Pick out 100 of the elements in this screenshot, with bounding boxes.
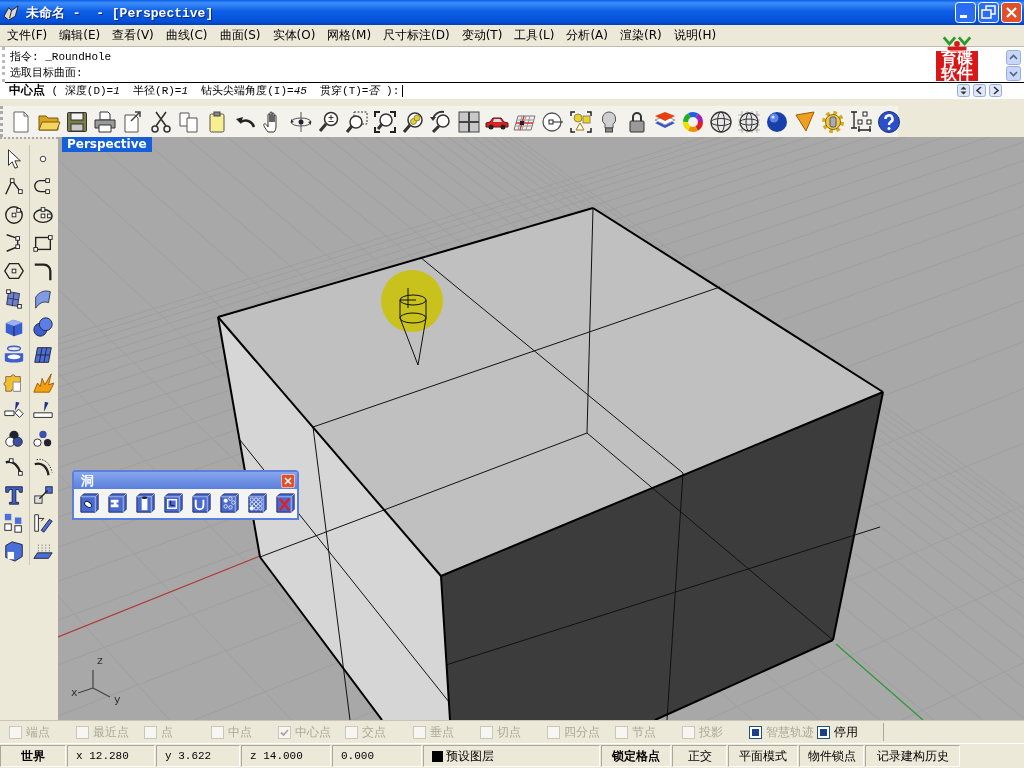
toggle-label: 智慧轨迹 [766,723,815,741]
viewport-tab[interactable]: Perspective [62,137,152,152]
text-caret-icon [402,84,404,97]
close-icon[interactable] [1001,2,1022,23]
axis-label: x [71,686,78,699]
osnap-label: 投影 [698,723,723,741]
menu-item[interactable]: 实体(O) [266,26,322,45]
osnap-label: 垂点 [429,723,454,741]
command-prompt: 中心点 ( 深度(D)=1 半径(R)=1 钻头尖端角度(I)=45 贯穿(T)=否 ): [9,83,400,98]
menu-item[interactable]: 分析(A) [560,26,614,45]
curved-surface-icon[interactable] [32,288,54,310]
logo-text: 育碟软件 [936,51,978,81]
minimize-icon[interactable] [955,2,976,23]
offset-arc-icon[interactable] [32,456,54,478]
gridded-sphere-icon[interactable] [737,109,761,134]
box-model-drawing[interactable] [217,207,884,720]
axis-gizmo-drawing [77,669,111,698]
status-toggle-button[interactable]: 物件锁点 [799,745,864,767]
osnap-label: 节点 [631,723,656,741]
three-dots-icon[interactable] [32,428,54,450]
osnap-label: 交点 [362,723,387,741]
cplane-name[interactable]: 世界 [0,745,66,767]
app-icon[interactable] [3,4,20,21]
zoom-in-out-icon[interactable] [317,109,341,134]
solid-box-icon[interactable] [3,540,25,562]
menu-item[interactable]: 曲面(S) [213,26,267,45]
menu-item[interactable]: 尺寸标注(D) [377,26,456,45]
printer-icon[interactable] [93,109,117,134]
zoom-window-icon[interactable] [345,109,369,134]
osnap-label: 点 [160,723,173,741]
fillet-curve-icon[interactable] [32,260,54,282]
window-title: 未命名 - - [Perspective] [26,4,215,22]
cross-out-icon[interactable] [274,492,297,515]
orbit-icon[interactable] [289,109,313,134]
cylinder-ring-icon[interactable] [3,344,25,366]
burst-icon[interactable] [32,372,54,394]
status-toggle-button[interactable]: 平面模式 [728,745,798,767]
dimension-icon[interactable] [849,109,873,134]
coordinate-readout: x 12.280 [67,745,155,767]
menu-item[interactable]: 文件(F) [1,26,54,45]
triangle-icon[interactable] [793,109,817,134]
restore-icon[interactable] [978,2,999,23]
dot-grid-icon[interactable] [246,492,269,515]
status-toggle-button[interactable]: 正交 [672,745,727,767]
menu-item[interactable]: 渲染(R) [614,26,668,45]
axis-label: y [114,693,121,706]
hexagon-icon[interactable] [3,260,25,282]
layer-swatch-icon [432,750,443,762]
layer-pane[interactable]: 预设图层 [423,745,600,767]
close-icon[interactable] [281,473,295,488]
u-slot-icon[interactable] [190,492,213,515]
command-history-line: 指令: _RoundHole [10,50,112,64]
overlapping-circles-icon[interactable] [3,428,25,450]
linked-squares-icon[interactable] [32,484,54,506]
mesh-surface-icon[interactable] [32,344,54,366]
circle-point-icon[interactable] [541,109,565,134]
scissors-icon[interactable] [149,109,173,134]
menu-item[interactable]: 曲线(C) [159,26,214,45]
circle-icon[interactable] [3,204,25,226]
toggle-checkbox[interactable] [816,725,830,739]
menu-item[interactable]: 查看(V) [106,26,160,45]
coordinate-readout: z 14.000 [241,745,331,767]
viewport[interactable]: Perspective 洞 z x y [58,137,1024,720]
menu-item[interactable]: 编辑(E) [53,26,107,45]
bore-hole-icon[interactable] [134,492,157,515]
osnap-label: 切点 [497,723,522,741]
shapes-icon[interactable] [569,109,593,134]
zoom-extents-icon[interactable] [373,109,397,134]
osnap-label: 端点 [26,723,50,741]
osnap-label: 四分点 [564,723,601,741]
up-down-arrows-icon[interactable] [957,84,970,97]
spheres-icon[interactable] [32,316,54,338]
status-toggle-button[interactable]: 记录建构历史 [865,745,960,767]
gear-icon[interactable] [821,109,845,134]
rectangle-icon[interactable] [32,232,54,254]
tilted-hole-icon[interactable] [78,492,101,515]
status-toggle-button[interactable]: 锁定格点 [601,745,671,767]
osnap-label: 中点 [227,723,252,741]
color-wheel-icon[interactable] [681,109,705,134]
slot-icon[interactable] [106,492,129,515]
menu-item[interactable]: 工具(L) [508,26,561,45]
wireframe-sphere-icon[interactable] [709,109,733,134]
zoom-selected-icon[interactable] [401,109,425,134]
arc-curve-icon[interactable] [3,456,25,478]
squares-array-icon[interactable] [3,512,25,534]
square-recess-icon[interactable] [162,492,185,515]
menu-item[interactable]: 说明(H) [667,26,723,45]
coordinate-readout: 0.000 [332,745,422,767]
command-history-line: 选取目标曲面: [10,66,83,80]
menu-item[interactable]: 网格(M) [321,26,378,45]
tilted-bar-icon[interactable] [32,512,54,534]
help-icon[interactable] [877,109,901,134]
shaded-sphere-icon[interactable] [765,109,789,134]
surface-points-icon[interactable] [3,288,25,310]
letter-t-icon[interactable] [3,484,25,506]
ellipse-icon[interactable] [32,204,54,226]
rotate-view-icon[interactable] [429,109,453,134]
four-panes-icon[interactable] [457,109,481,134]
circle-pattern-icon[interactable] [218,492,241,515]
menu-item[interactable]: 变动(T) [455,26,509,45]
